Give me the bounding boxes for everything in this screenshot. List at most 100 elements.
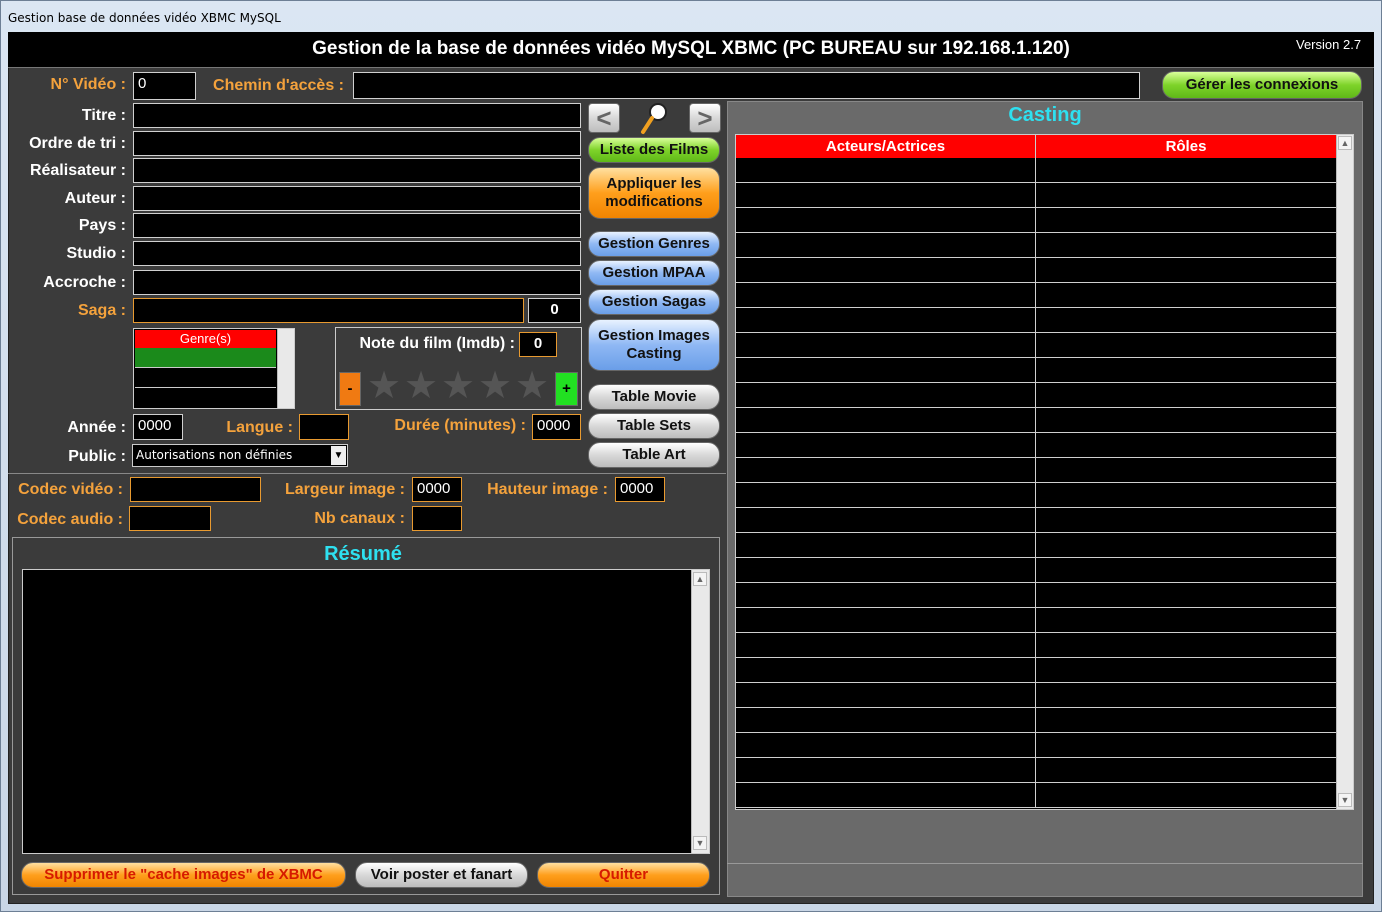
- path-field[interactable]: [353, 72, 1140, 99]
- star-icon[interactable]: ★: [404, 366, 438, 406]
- cell-role[interactable]: [1036, 358, 1336, 382]
- apply-changes-button[interactable]: Appliquer les modifications: [588, 167, 720, 219]
- table-row[interactable]: [736, 758, 1336, 783]
- cell-actor[interactable]: [736, 708, 1036, 732]
- table-row[interactable]: [736, 508, 1336, 533]
- cell-actor[interactable]: [736, 383, 1036, 407]
- table-row[interactable]: [736, 633, 1336, 658]
- genre-list[interactable]: Genre(s): [133, 328, 295, 409]
- cell-role[interactable]: [1036, 608, 1336, 632]
- cell-actor[interactable]: [736, 608, 1036, 632]
- cell-actor[interactable]: [736, 683, 1036, 707]
- cell-role[interactable]: [1036, 308, 1336, 332]
- column-header-actors[interactable]: Acteurs/Actrices: [736, 135, 1036, 158]
- cell-role[interactable]: [1036, 208, 1336, 232]
- cell-role[interactable]: [1036, 508, 1336, 532]
- manage-connections-button[interactable]: Gérer les connexions: [1162, 71, 1362, 99]
- cell-actor[interactable]: [736, 483, 1036, 507]
- table-row[interactable]: [736, 333, 1336, 358]
- cell-role[interactable]: [1036, 233, 1336, 257]
- title-field[interactable]: [133, 103, 581, 128]
- cell-role[interactable]: [1036, 283, 1336, 307]
- cell-actor[interactable]: [736, 158, 1036, 182]
- table-row[interactable]: [736, 358, 1336, 383]
- cell-role[interactable]: [1036, 183, 1336, 207]
- studio-field[interactable]: [133, 241, 581, 266]
- table-row[interactable]: [736, 258, 1336, 283]
- director-field[interactable]: [133, 158, 581, 183]
- scroll-down-icon[interactable]: ▼: [1338, 793, 1352, 807]
- star-icon[interactable]: ★: [515, 366, 549, 406]
- table-row[interactable]: [736, 608, 1336, 633]
- sort-order-field[interactable]: [133, 131, 581, 156]
- table-row[interactable]: [736, 208, 1336, 233]
- table-sets-button[interactable]: Table Sets: [588, 413, 720, 439]
- casting-table[interactable]: Acteurs/Actrices Rôles ▲ ▼: [735, 134, 1354, 810]
- star-icon[interactable]: ★: [478, 366, 512, 406]
- cell-actor[interactable]: [736, 408, 1036, 432]
- column-header-roles[interactable]: Rôles: [1036, 135, 1336, 158]
- next-button[interactable]: >: [689, 103, 721, 133]
- table-row[interactable]: [736, 783, 1336, 808]
- cell-role[interactable]: [1036, 633, 1336, 657]
- cell-role[interactable]: [1036, 583, 1336, 607]
- cell-role[interactable]: [1036, 783, 1336, 807]
- cell-role[interactable]: [1036, 408, 1336, 432]
- height-field[interactable]: 0000: [615, 477, 665, 502]
- cell-role[interactable]: [1036, 433, 1336, 457]
- tagline-field[interactable]: [133, 270, 581, 295]
- cell-actor[interactable]: [736, 258, 1036, 282]
- table-row[interactable]: [736, 233, 1336, 258]
- manage-mpaa-button[interactable]: Gestion MPAA: [588, 260, 720, 286]
- cell-actor[interactable]: [736, 283, 1036, 307]
- cell-actor[interactable]: [736, 458, 1036, 482]
- rating-plus-button[interactable]: +: [555, 372, 578, 406]
- audio-codec-field[interactable]: [129, 506, 211, 531]
- cell-role[interactable]: [1036, 733, 1336, 757]
- table-row[interactable]: [736, 583, 1336, 608]
- table-row[interactable]: [736, 433, 1336, 458]
- table-row[interactable]: [736, 458, 1336, 483]
- year-field[interactable]: 0000: [133, 414, 183, 440]
- table-row[interactable]: [736, 383, 1336, 408]
- cell-role[interactable]: [1036, 683, 1336, 707]
- cell-actor[interactable]: [736, 308, 1036, 332]
- table-row[interactable]: [736, 558, 1336, 583]
- table-row[interactable]: [736, 308, 1336, 333]
- video-number-field[interactable]: 0: [133, 72, 196, 100]
- saga-field[interactable]: [133, 298, 524, 323]
- cell-role[interactable]: [1036, 383, 1336, 407]
- table-row[interactable]: [736, 158, 1336, 183]
- cell-actor[interactable]: [736, 183, 1036, 207]
- film-list-button[interactable]: Liste des Films: [588, 137, 720, 163]
- cell-actor[interactable]: [736, 333, 1036, 357]
- chevron-down-icon[interactable]: ▼: [331, 446, 346, 465]
- manage-cast-images-button[interactable]: Gestion Images Casting: [588, 319, 720, 371]
- view-poster-button[interactable]: Voir poster et fanart: [355, 862, 528, 888]
- cell-actor[interactable]: [736, 783, 1036, 807]
- table-row[interactable]: [736, 658, 1336, 683]
- duration-field[interactable]: 0000: [532, 414, 581, 440]
- scroll-up-icon[interactable]: ▲: [1338, 136, 1352, 150]
- manage-sagas-button[interactable]: Gestion Sagas: [588, 289, 720, 315]
- country-field[interactable]: [133, 213, 581, 238]
- genre-scrollbar[interactable]: [277, 329, 294, 408]
- cell-actor[interactable]: [736, 633, 1036, 657]
- cell-actor[interactable]: [736, 658, 1036, 682]
- clear-cache-button[interactable]: Supprimer le "cache images" de XBMC: [21, 862, 346, 888]
- cell-role[interactable]: [1036, 158, 1336, 182]
- author-field[interactable]: [133, 186, 581, 211]
- summary-textarea[interactable]: ▲ ▼: [22, 569, 710, 854]
- channels-field[interactable]: [412, 506, 462, 531]
- prev-button[interactable]: <: [588, 103, 620, 133]
- table-row[interactable]: [736, 683, 1336, 708]
- scroll-up-icon[interactable]: ▲: [693, 572, 707, 586]
- cell-role[interactable]: [1036, 258, 1336, 282]
- width-field[interactable]: 0000: [412, 477, 462, 502]
- star-icon[interactable]: ★: [441, 366, 475, 406]
- cell-actor[interactable]: [736, 558, 1036, 582]
- table-row[interactable]: [736, 533, 1336, 558]
- list-item[interactable]: [135, 348, 276, 367]
- cell-role[interactable]: [1036, 533, 1336, 557]
- cell-actor[interactable]: [736, 758, 1036, 782]
